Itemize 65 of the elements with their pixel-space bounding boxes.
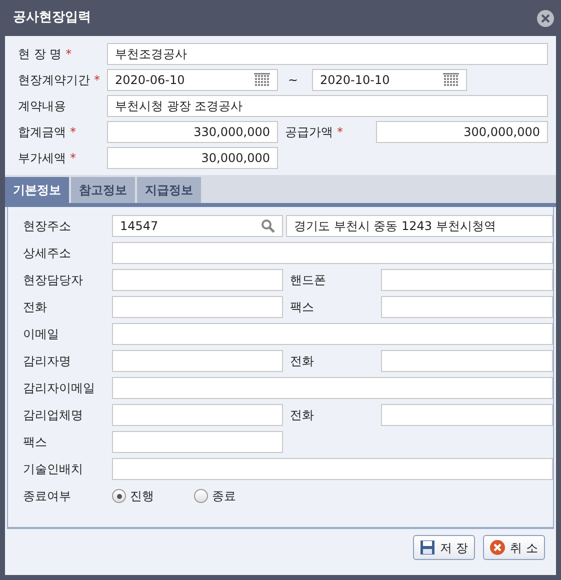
search-icon[interactable] bbox=[261, 219, 275, 233]
cancel-button[interactable]: 취 소 bbox=[483, 535, 545, 560]
required-mark: * bbox=[70, 124, 76, 141]
field-label: 팩스 bbox=[290, 299, 314, 316]
field-label: 이메일 bbox=[23, 326, 59, 343]
field-label: 계약내용 bbox=[18, 98, 66, 115]
input-field[interactable]: 부천시청 광장 조경공사 bbox=[107, 95, 548, 117]
window-title: 공사현장입력 bbox=[13, 9, 91, 28]
required-mark: * bbox=[70, 150, 76, 167]
input-field[interactable] bbox=[112, 404, 283, 426]
input-field[interactable]: 경기도 부천시 중동 1243 부천시청역 bbox=[286, 215, 553, 237]
calendar-icon[interactable] bbox=[443, 73, 459, 87]
field-label: 전화 bbox=[290, 353, 314, 370]
input-field[interactable]: 330,000,000 bbox=[107, 121, 278, 143]
radio-option[interactable]: 종료 bbox=[194, 485, 276, 507]
input-field[interactable] bbox=[381, 296, 553, 318]
tab[interactable]: 기본정보 bbox=[5, 177, 69, 203]
input-field[interactable] bbox=[112, 242, 553, 264]
required-mark: * bbox=[94, 72, 100, 89]
input-field[interactable] bbox=[112, 431, 283, 453]
field-label: 현장담당자 bbox=[23, 272, 83, 289]
input-field[interactable]: 14547 bbox=[112, 215, 283, 237]
field-label: 상세주소 bbox=[23, 245, 71, 262]
field-label: 현장주소 bbox=[23, 218, 71, 235]
field-label: 감리자이메일 bbox=[23, 380, 95, 397]
required-mark: * bbox=[337, 124, 343, 141]
field-label: 공급가액 bbox=[285, 124, 333, 141]
field-label: 부가세액 bbox=[18, 150, 66, 167]
tab[interactable]: 참고정보 bbox=[71, 177, 135, 203]
field-label: 현 장 명 bbox=[18, 46, 62, 63]
input-field[interactable]: 부천조경공사 bbox=[107, 43, 548, 65]
input-field[interactable]: 300,000,000 bbox=[376, 121, 548, 143]
field-label: 합계금액 bbox=[18, 124, 66, 141]
calendar-icon[interactable] bbox=[254, 73, 270, 87]
field-label: 현장계약기간 bbox=[18, 72, 90, 89]
field-label: 핸드폰 bbox=[290, 272, 326, 289]
close-icon[interactable] bbox=[537, 10, 554, 26]
input-field[interactable] bbox=[381, 404, 553, 426]
range-separator: ~ bbox=[287, 72, 300, 89]
field-label: 전화 bbox=[23, 299, 47, 316]
radio-button[interactable] bbox=[112, 489, 126, 503]
field-label: 감리자명 bbox=[23, 353, 71, 370]
required-mark: * bbox=[66, 46, 72, 63]
input-field[interactable] bbox=[112, 269, 283, 291]
field-label: 팩스 bbox=[23, 434, 47, 451]
radio-option[interactable]: 진행 bbox=[112, 485, 194, 507]
input-field[interactable]: 2020-06-10 bbox=[107, 69, 278, 91]
input-field[interactable] bbox=[112, 296, 283, 318]
field-label: 전화 bbox=[290, 407, 314, 424]
input-field[interactable] bbox=[112, 323, 553, 345]
input-field[interactable] bbox=[112, 377, 553, 399]
field-label: 기술인배치 bbox=[23, 461, 83, 478]
radio-button[interactable] bbox=[194, 489, 208, 503]
cancel-icon bbox=[490, 540, 506, 555]
input-field[interactable] bbox=[112, 350, 283, 372]
input-field[interactable]: 30,000,000 bbox=[107, 147, 278, 169]
input-field[interactable]: 2020-10-10 bbox=[312, 69, 467, 91]
save-button[interactable]: 저 장 bbox=[413, 535, 475, 560]
field-label: 종료여부 bbox=[23, 488, 71, 505]
floppy-icon bbox=[420, 540, 436, 555]
input-field[interactable] bbox=[381, 269, 553, 291]
tab[interactable]: 지급정보 bbox=[137, 177, 201, 203]
input-field[interactable] bbox=[112, 458, 553, 480]
input-field[interactable] bbox=[381, 350, 553, 372]
field-label: 감리업체명 bbox=[23, 407, 83, 424]
